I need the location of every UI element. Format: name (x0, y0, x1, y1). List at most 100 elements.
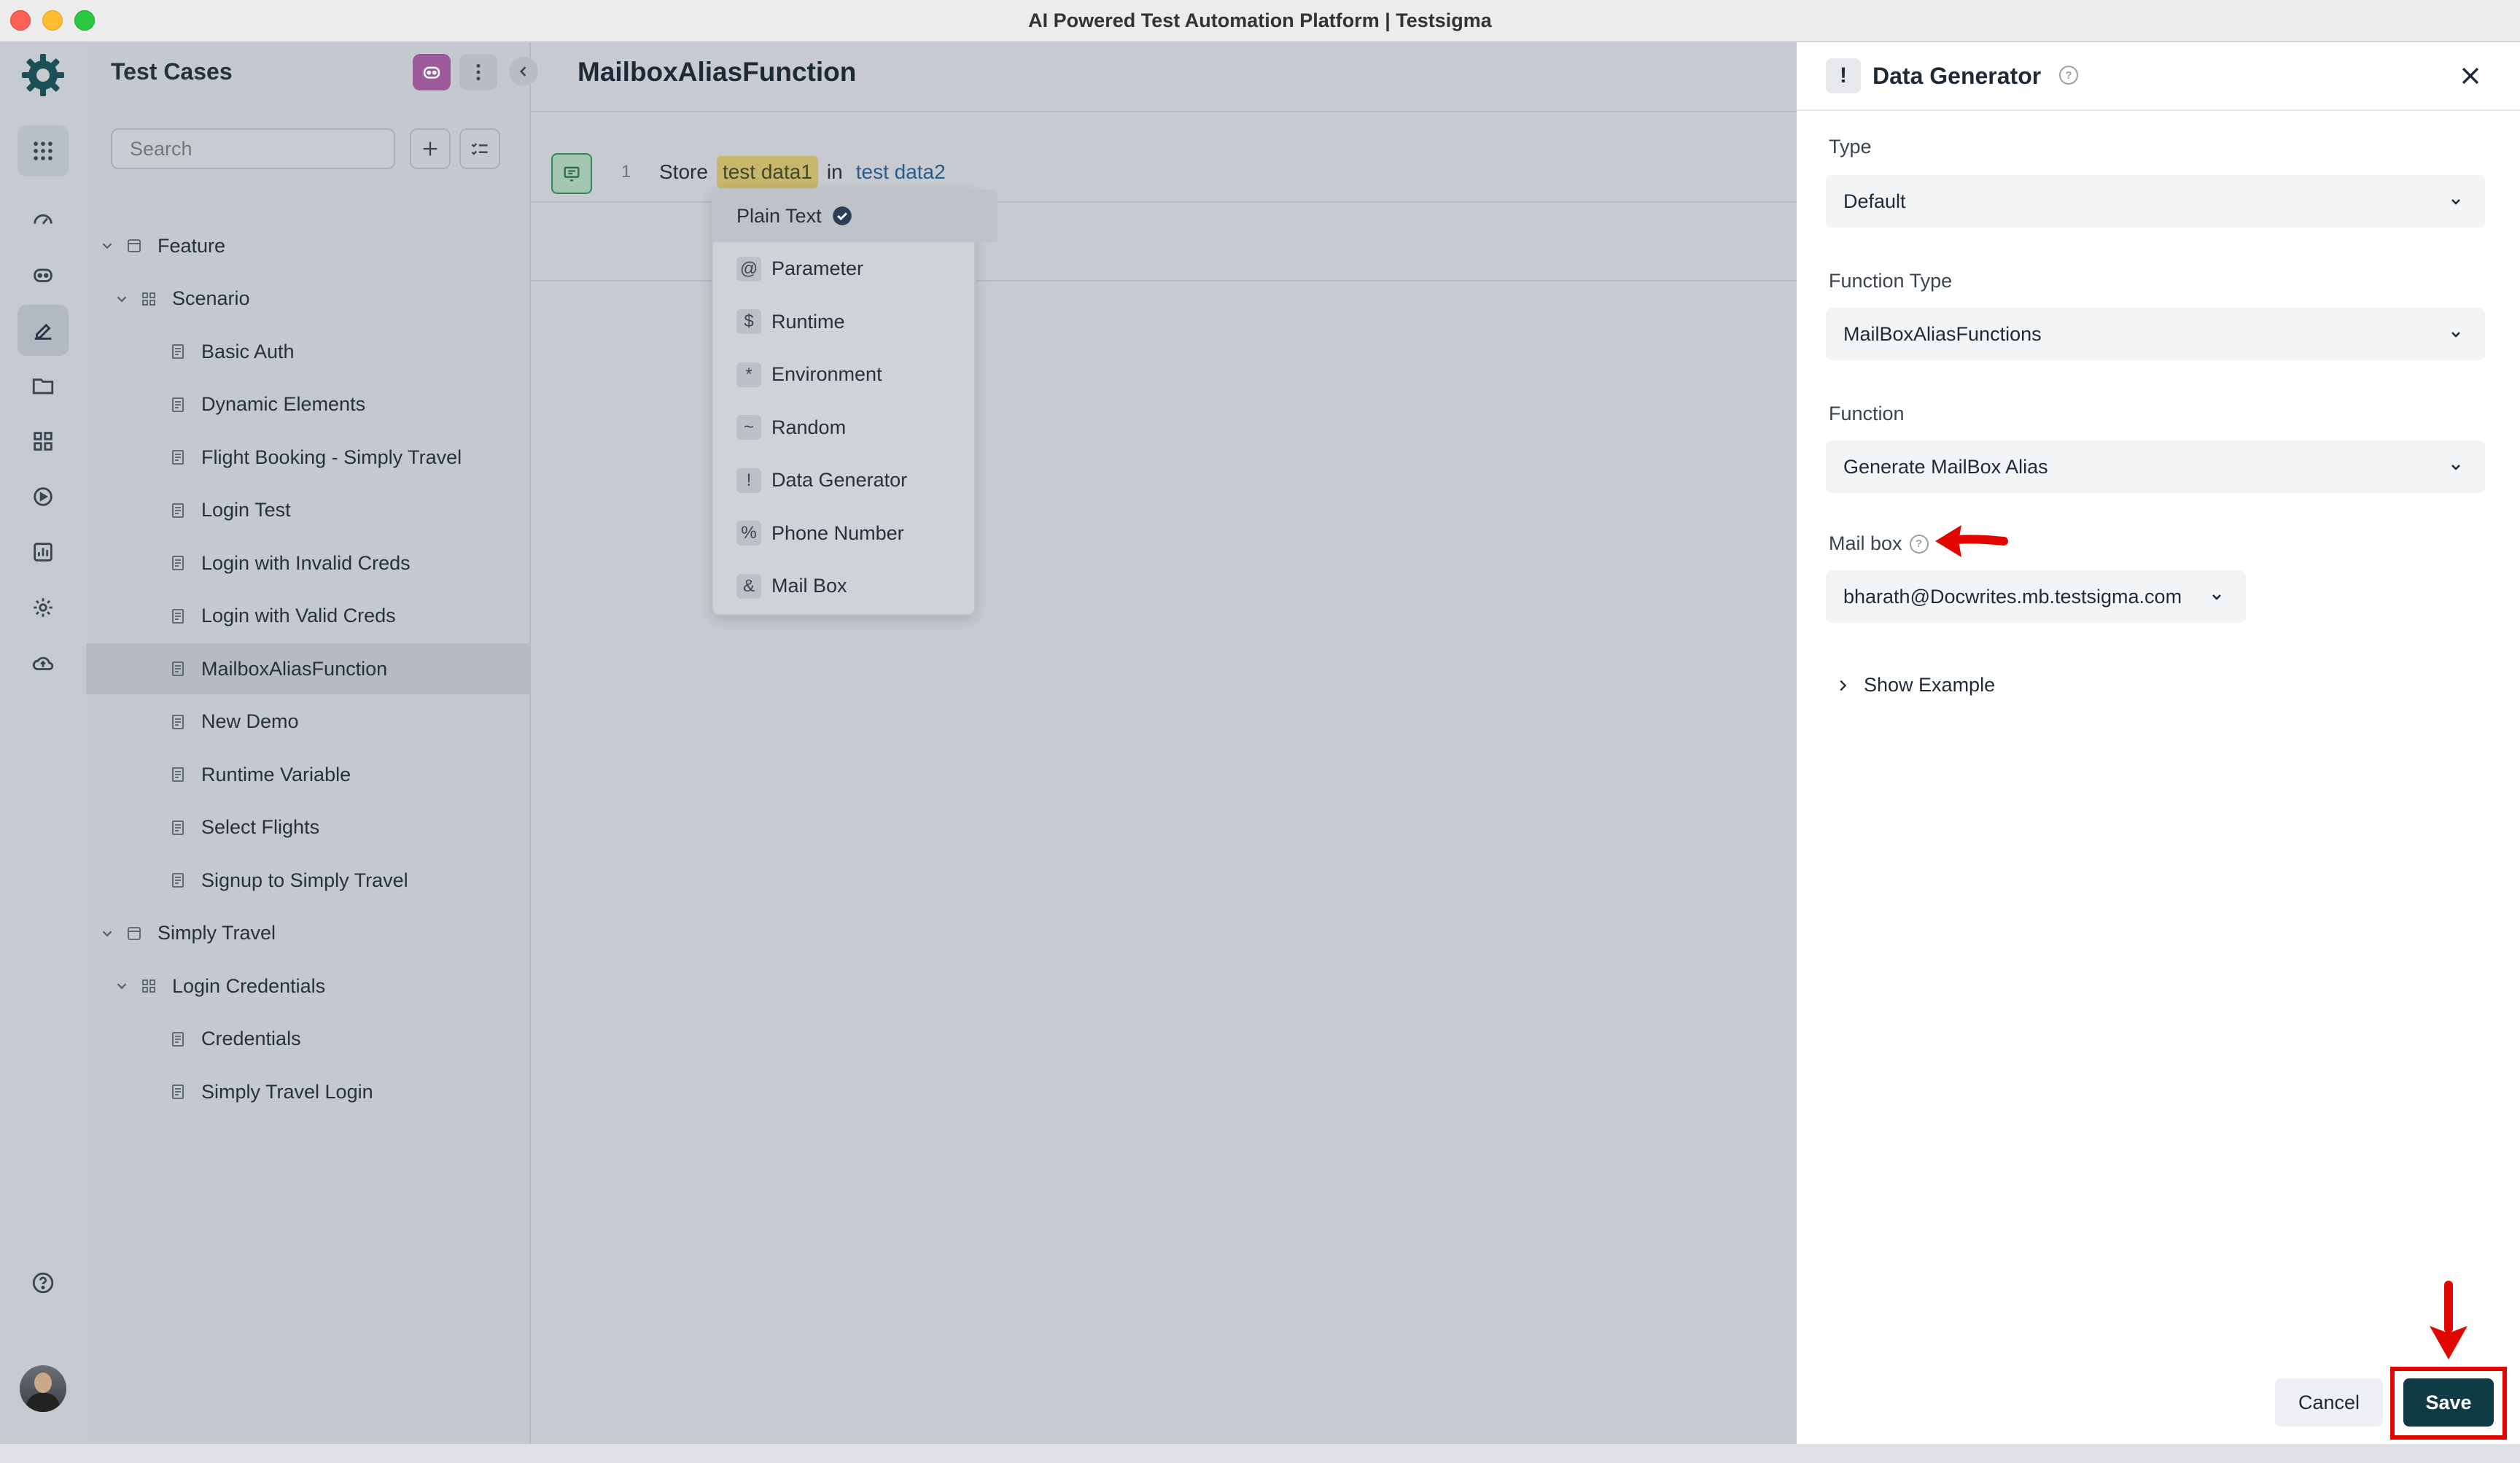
show-example-toggle[interactable]: Show Example (1835, 674, 1995, 696)
apps-grid-button[interactable] (18, 125, 69, 176)
nav-copilot[interactable] (18, 249, 69, 300)
user-avatar[interactable] (20, 1365, 66, 1412)
data-type-option[interactable]: * Environment (713, 349, 974, 401)
tree-item-label: Dynamic Elements (201, 393, 366, 415)
apps-grid-icon (34, 141, 52, 160)
collapse-panel-button[interactable] (509, 57, 538, 86)
nav-elements[interactable] (18, 416, 69, 467)
tree-item-test-case[interactable]: Simply Travel Login (86, 1066, 608, 1117)
check-circle-icon (832, 206, 852, 225)
tree-item-test-case[interactable]: Signup to Simply Travel (86, 855, 608, 906)
chevron-down-icon[interactable] (114, 978, 130, 994)
data-generator-icon: ! (1826, 58, 1861, 93)
tree-item-label: Login with Valid Creds (201, 605, 396, 626)
copilot-button[interactable] (413, 54, 451, 90)
more-options-button[interactable] (459, 54, 497, 90)
tree-item-test-case[interactable]: New Demo (86, 696, 608, 748)
tree-item-test-case[interactable]: Login with Invalid Creds (86, 538, 608, 589)
nav-help[interactable] (18, 1257, 69, 1308)
test-case-icon (172, 820, 184, 835)
function-type-select[interactable]: MailBoxAliasFunctions (1826, 308, 2485, 360)
tree-item-scenario[interactable]: Login Credentials (86, 961, 553, 1012)
data-type-label: Runtime (771, 310, 845, 333)
nav-test-development[interactable] (18, 305, 69, 356)
data-type-label: Plain Text (736, 204, 822, 227)
tree-item-label: MailboxAliasFunction (201, 657, 388, 680)
tree-item-test-case[interactable]: Dynamic Elements (86, 379, 608, 430)
mailbox-select[interactable]: bharath@Docwrites.mb.testsigma.com (1826, 570, 2246, 623)
tree-item-test-case[interactable]: Basic Auth (86, 326, 608, 377)
robot-icon (423, 66, 440, 79)
close-icon (2462, 67, 2479, 85)
nav-dashboard[interactable] (18, 194, 69, 245)
help-icon[interactable]: ? (2059, 66, 2078, 85)
nav-test-data[interactable] (18, 360, 69, 411)
tree-item-test-case[interactable]: Select Flights (86, 802, 608, 853)
tree-item-label: New Demo (201, 710, 299, 732)
nav-uploads[interactable] (18, 637, 69, 688)
tree-item-feature[interactable]: Simply Travel (86, 908, 538, 959)
show-example-label: Show Example (1864, 674, 1996, 696)
filter-list-button[interactable] (459, 128, 500, 169)
tree-item-feature[interactable]: Feature (86, 220, 538, 271)
chevron-right-icon (1840, 680, 1847, 691)
cancel-button[interactable]: Cancel (2275, 1378, 2383, 1427)
mailbox-value: bharath@Docwrites.mb.testsigma.com (1843, 585, 2182, 608)
minimize-window-button[interactable] (42, 10, 63, 31)
mailbox-label-row: Mail box ? (1829, 532, 1929, 555)
chevron-down-icon[interactable] (114, 291, 130, 307)
test-data-chip-1[interactable]: test data1 (716, 156, 818, 188)
type-value: Default (1843, 190, 1906, 212)
close-drawer-button[interactable] (2453, 58, 2488, 93)
testsigma-logo-icon[interactable] (19, 51, 67, 99)
tree-item-test-case[interactable]: Login Test (86, 485, 608, 536)
data-type-option[interactable]: $ Runtime (713, 295, 974, 348)
add-test-case-button[interactable] (410, 128, 451, 169)
tree-item-test-case[interactable]: Credentials (86, 1014, 608, 1065)
type-label: Type (1829, 136, 1872, 158)
function-select[interactable]: Generate MailBox Alias (1826, 441, 2485, 493)
chevron-down-icon[interactable] (99, 238, 115, 254)
chevron-down-icon[interactable] (99, 925, 115, 942)
nav-runs[interactable] (18, 471, 69, 522)
data-type-symbol: % (736, 521, 761, 546)
zoom-window-button[interactable] (74, 10, 95, 31)
data-type-label: Parameter (771, 257, 864, 279)
window-bottom-edge (0, 1444, 2520, 1463)
step-number: 1 (621, 162, 631, 182)
tree-item-test-case[interactable]: Flight Booking - Simply Travel (86, 432, 608, 483)
annotation-arrow-left-icon (1935, 525, 2008, 557)
tree-item-test-case[interactable]: Runtime Variable (86, 749, 608, 800)
search-input[interactable] (111, 128, 395, 169)
divider (531, 111, 1797, 112)
step-type-button[interactable] (551, 153, 592, 194)
grid-icon (34, 432, 52, 451)
data-type-option[interactable]: ~ Random (713, 401, 974, 454)
test-data-chip-2[interactable]: test data2 (852, 156, 950, 188)
dashboard-icon (34, 214, 52, 225)
data-type-option[interactable]: ! Data Generator (713, 454, 974, 507)
test-case-icon (172, 1031, 184, 1047)
function-label: Function (1829, 403, 1905, 424)
gear-icon (34, 598, 52, 617)
tree-item-test-case[interactable]: Login with Valid Creds (86, 591, 608, 642)
data-type-option[interactable]: Plain Text (713, 190, 998, 242)
data-type-menu: Plain Text @ Parameter $ Runtime * Environment… (712, 188, 998, 616)
close-window-button[interactable] (10, 10, 31, 31)
tree-item-scenario[interactable]: Scenario (86, 273, 553, 325)
test-case-icon (172, 1084, 184, 1099)
panel-title: Test Cases (111, 58, 233, 85)
tree-item-label: Runtime Variable (201, 763, 351, 785)
help-icon[interactable]: ? (1909, 534, 1929, 554)
window-controls (10, 10, 95, 31)
data-type-label: Random (771, 416, 847, 438)
type-select[interactable]: Default (1826, 175, 2485, 228)
data-type-option[interactable]: & Mail Box (713, 560, 974, 613)
data-type-option[interactable]: % Phone Number (713, 507, 974, 559)
data-type-option[interactable]: @ Parameter (713, 243, 974, 295)
nav-reports[interactable] (18, 527, 69, 578)
tree-item-test-case[interactable]: MailboxAliasFunction (86, 643, 608, 694)
nav-settings[interactable] (18, 582, 69, 633)
kebab-menu-icon (476, 63, 481, 81)
data-type-symbol: @ (736, 256, 761, 282)
